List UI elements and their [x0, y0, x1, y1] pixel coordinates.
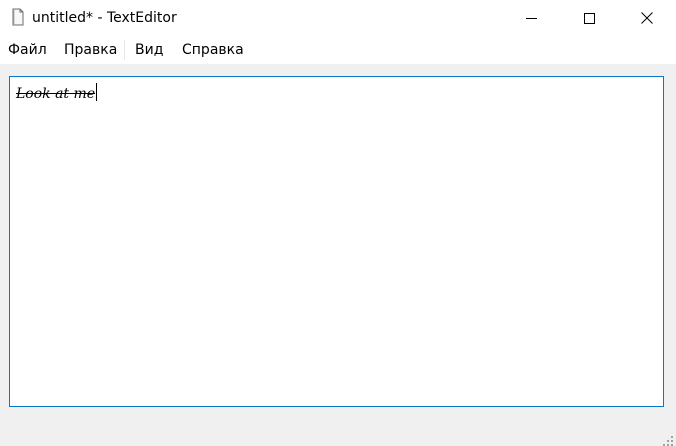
- menu-separator: [124, 40, 125, 60]
- menu-help[interactable]: Справка: [182, 36, 244, 64]
- close-icon: [641, 9, 653, 28]
- minimize-icon: [525, 9, 537, 28]
- text-editor-window: untitled* - TextEditor Файл Правка Вид С…: [0, 0, 676, 446]
- minimize-button[interactable]: [502, 0, 560, 36]
- resize-grip-icon[interactable]: [662, 432, 674, 446]
- maximize-icon: [583, 9, 595, 28]
- menu-view[interactable]: Вид: [135, 36, 163, 64]
- maximize-button[interactable]: [560, 0, 618, 36]
- title-bar[interactable]: untitled* - TextEditor: [0, 0, 676, 36]
- text-caret: [96, 83, 98, 101]
- status-bar: [0, 420, 676, 446]
- editor-text: Look at me: [16, 86, 96, 102]
- menu-edit[interactable]: Правка: [64, 36, 117, 64]
- window-title: untitled* - TextEditor: [32, 10, 177, 26]
- menu-file[interactable]: Файл: [8, 36, 47, 64]
- document-icon: [11, 8, 24, 26]
- editor-content[interactable]: Look at me: [16, 83, 98, 104]
- editor-text-area[interactable]: Look at me: [9, 76, 664, 407]
- menu-bar: Файл Правка Вид Справка: [0, 36, 676, 64]
- close-button[interactable]: [618, 0, 676, 36]
